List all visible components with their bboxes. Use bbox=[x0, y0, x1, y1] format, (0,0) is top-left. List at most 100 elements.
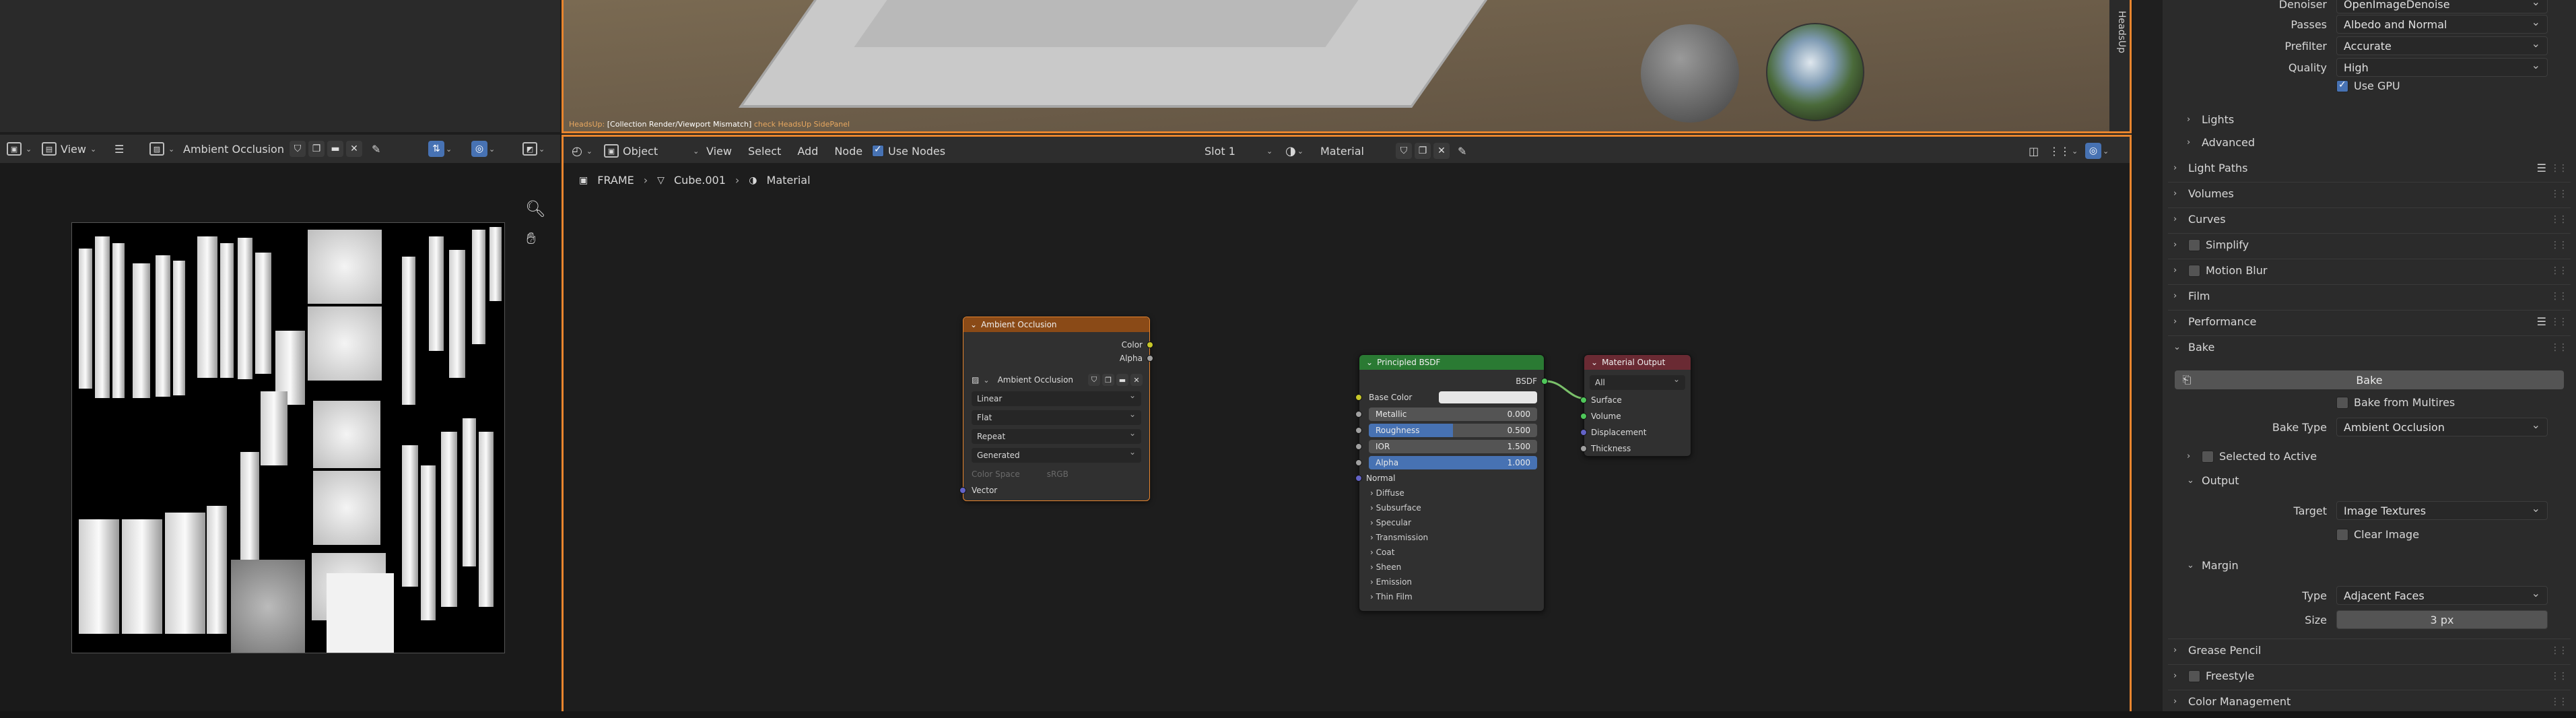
chevron-right-icon: › bbox=[2187, 451, 2191, 461]
bake-button[interactable]: Bake bbox=[2175, 370, 2564, 389]
metallic-slider[interactable]: Metallic 0.000 bbox=[1369, 407, 1537, 421]
drag-grip-icon[interactable]: ⋮⋮ bbox=[2550, 265, 2568, 276]
image-texture-node[interactable]: ⌄ Ambient Occlusion Color Alpha ▨ ⌄ Ambien… bbox=[959, 317, 1153, 501]
volumes-panel[interactable]: › Volumes bbox=[2173, 187, 2234, 200]
drag-grip-icon[interactable]: ⋮⋮ bbox=[2550, 671, 2568, 682]
subpanel-sheen[interactable]: › Sheen bbox=[1370, 562, 1401, 572]
film-panel[interactable]: › Film bbox=[2173, 290, 2210, 302]
bake-panel[interactable]: ⌄ Bake bbox=[2173, 341, 2214, 354]
node-header[interactable]: ⌄ Ambient Occlusion bbox=[963, 317, 1149, 332]
drag-grip-icon[interactable]: ⋮⋮ bbox=[2550, 696, 2568, 707]
roughness-slider[interactable]: Roughness 0.500 bbox=[1369, 424, 1537, 437]
presets-list-icon[interactable]: ☰ bbox=[2537, 162, 2546, 174]
margin-panel[interactable]: ⌄ Margin bbox=[2187, 559, 2239, 572]
clear-image-checkbox[interactable] bbox=[2336, 528, 2348, 541]
source-dropdown[interactable]: Generated bbox=[972, 447, 1141, 463]
use-gpu-toggle[interactable]: Use GPU bbox=[2336, 79, 2400, 92]
principled-bsdf-node[interactable]: ⌄ Principled BSDF BSDF Base Color Metalli… bbox=[1355, 354, 1548, 612]
normal-socket[interactable] bbox=[1355, 475, 1362, 482]
performance-panel[interactable]: › Performance bbox=[2173, 315, 2256, 328]
color-output-socket[interactable] bbox=[1147, 341, 1153, 348]
ior-slider[interactable]: IOR 1.500 bbox=[1369, 440, 1537, 453]
selected-to-active-checkbox[interactable] bbox=[2202, 450, 2214, 463]
drag-grip-icon[interactable]: ⋮⋮ bbox=[2550, 291, 2568, 302]
subpanel-diffuse[interactable]: › Diffuse bbox=[1370, 488, 1404, 498]
margin-type-dropdown[interactable]: Adjacent Faces bbox=[2336, 586, 2548, 605]
duplicate-icon[interactable]: ❐ bbox=[1102, 374, 1114, 386]
divider bbox=[2168, 233, 2571, 234]
roughness-socket[interactable] bbox=[1355, 427, 1362, 434]
node-header[interactable]: ⌄ Material Output bbox=[1584, 355, 1691, 370]
interpolation-dropdown[interactable]: Linear bbox=[972, 391, 1141, 406]
simplify-panel[interactable]: › Simplify bbox=[2173, 238, 2249, 251]
thickness-socket[interactable] bbox=[1580, 445, 1587, 452]
fake-user-shield-icon[interactable]: ⛉ bbox=[1088, 374, 1100, 386]
projection-dropdown[interactable]: Flat bbox=[972, 410, 1141, 425]
drag-grip-icon[interactable]: ⋮⋮ bbox=[2550, 163, 2568, 174]
passes-dropdown[interactable]: Albedo and Normal bbox=[2336, 15, 2548, 34]
alpha-output-socket[interactable] bbox=[1147, 355, 1153, 362]
collapse-chevron-icon: ⌄ bbox=[1591, 358, 1598, 367]
volume-socket[interactable] bbox=[1580, 413, 1587, 420]
curves-panel[interactable]: › Curves bbox=[2173, 213, 2226, 226]
base-color-swatch[interactable] bbox=[1439, 391, 1537, 403]
grease-pencil-panel[interactable]: › Grease Pencil bbox=[2173, 644, 2261, 657]
motion-blur-checkbox[interactable] bbox=[2188, 264, 2200, 277]
subpanel-transmission[interactable]: › Transmission bbox=[1370, 533, 1428, 542]
output-panel[interactable]: ⌄ Output bbox=[2187, 474, 2239, 487]
open-folder-icon[interactable]: ▬ bbox=[1116, 374, 1128, 386]
vector-input-socket[interactable] bbox=[959, 487, 966, 494]
subpanel-subsurface[interactable]: › Subsurface bbox=[1370, 503, 1421, 513]
drag-grip-icon[interactable]: ⋮⋮ bbox=[2550, 317, 2568, 327]
subpanel-coat[interactable]: › Coat bbox=[1370, 548, 1394, 557]
material-output-node[interactable]: ⌄ Material Output All Surface Volume Disp… bbox=[1580, 354, 1691, 457]
advanced-panel[interactable]: › Advanced bbox=[2187, 136, 2255, 149]
presets-list-icon[interactable]: ☰ bbox=[2537, 315, 2546, 328]
surface-socket[interactable] bbox=[1580, 397, 1587, 403]
target-dropdown[interactable]: All bbox=[1590, 374, 1685, 390]
light-paths-panel[interactable]: › Light Paths bbox=[2173, 162, 2248, 174]
target-dropdown[interactable]: Image Textures bbox=[2336, 501, 2548, 520]
target-row: Target Image Textures bbox=[2163, 500, 2563, 521]
clear-image-toggle[interactable]: Clear Image bbox=[2336, 528, 2419, 541]
lights-panel[interactable]: › Lights bbox=[2187, 113, 2234, 126]
freestyle-checkbox[interactable] bbox=[2188, 670, 2200, 682]
input-vector-label: Vector bbox=[972, 486, 998, 495]
bsdf-output-socket[interactable] bbox=[1541, 378, 1548, 385]
motion-blur-panel[interactable]: › Motion Blur bbox=[2173, 264, 2267, 277]
properties-tab-bar[interactable] bbox=[2133, 0, 2163, 718]
drag-grip-icon[interactable]: ⋮⋮ bbox=[2550, 214, 2568, 225]
use-gpu-checkbox[interactable] bbox=[2336, 79, 2348, 92]
alpha-slider[interactable]: Alpha 1.000 bbox=[1369, 456, 1537, 469]
close-icon[interactable]: ✕ bbox=[1130, 374, 1143, 386]
chevron-right-icon: › bbox=[2173, 317, 2177, 327]
ior-socket[interactable] bbox=[1355, 443, 1362, 450]
drag-grip-icon[interactable]: ⋮⋮ bbox=[2550, 645, 2568, 656]
subpanel-thin-film[interactable]: › Thin Film bbox=[1370, 592, 1413, 601]
image-name: Ambient Occlusion bbox=[997, 375, 1074, 385]
selected-to-active-panel[interactable]: › Selected to Active bbox=[2187, 450, 2317, 463]
base-color-socket[interactable] bbox=[1355, 394, 1362, 401]
subpanel-emission[interactable]: › Emission bbox=[1370, 577, 1412, 587]
margin-size-field[interactable]: 3 px bbox=[2336, 610, 2548, 629]
displacement-socket[interactable] bbox=[1580, 429, 1587, 436]
simplify-label: Simplify bbox=[2206, 238, 2249, 251]
bake-type-dropdown[interactable]: Ambient Occlusion bbox=[2336, 418, 2548, 436]
drag-grip-icon[interactable]: ⋮⋮ bbox=[2550, 240, 2568, 251]
subpanel-specular[interactable]: › Specular bbox=[1370, 518, 1411, 527]
alpha-socket[interactable] bbox=[1355, 459, 1362, 466]
simplify-checkbox[interactable] bbox=[2188, 238, 2200, 251]
bake-from-multires-checkbox[interactable] bbox=[2336, 396, 2348, 409]
color-management-panel[interactable]: › Color Management bbox=[2173, 695, 2291, 708]
extension-dropdown[interactable]: Repeat bbox=[972, 428, 1141, 444]
bake-from-multires-toggle[interactable]: Bake from Multires bbox=[2336, 396, 2455, 409]
node-header[interactable]: ⌄ Principled BSDF bbox=[1359, 355, 1544, 370]
quality-dropdown[interactable]: High bbox=[2336, 58, 2548, 77]
drag-grip-icon[interactable]: ⋮⋮ bbox=[2550, 189, 2568, 199]
freestyle-panel[interactable]: › Freestyle bbox=[2173, 670, 2254, 682]
metallic-socket[interactable] bbox=[1355, 411, 1362, 418]
drag-grip-icon[interactable]: ⋮⋮ bbox=[2550, 342, 2568, 353]
image-selector[interactable]: ▨ ⌄ Ambient Occlusion ⛉ ❐ ▬ ✕ bbox=[972, 374, 1143, 386]
denoiser-dropdown[interactable]: OpenImageDenoise bbox=[2336, 0, 2548, 13]
prefilter-dropdown[interactable]: Accurate bbox=[2336, 36, 2548, 55]
